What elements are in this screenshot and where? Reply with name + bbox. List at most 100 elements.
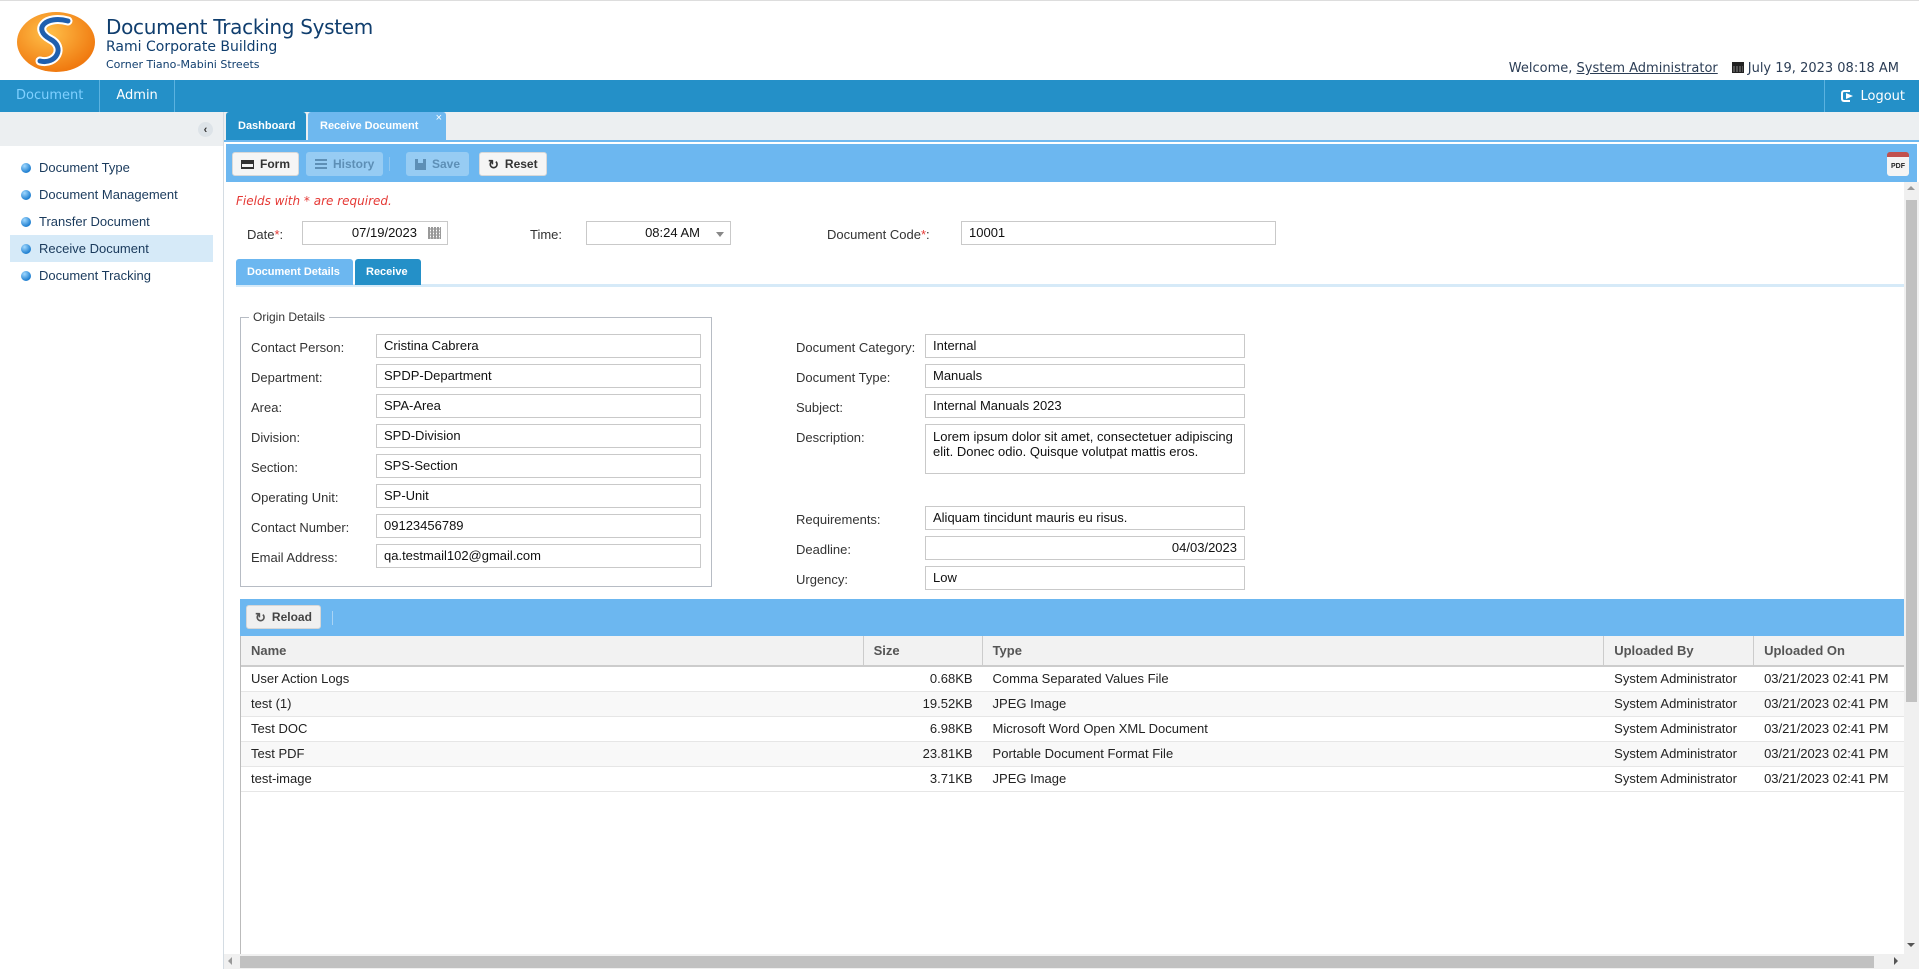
sidebar-item-document-management[interactable]: Document Management	[10, 181, 213, 208]
operating-unit-field[interactable]: SP-Unit	[376, 484, 701, 508]
scroll-right-icon[interactable]	[1894, 957, 1898, 965]
sidebar-item-document-tracking[interactable]: Document Tracking	[10, 262, 213, 289]
scrollbar-thumb[interactable]	[240, 956, 1874, 968]
vertical-scrollbar[interactable]	[1904, 182, 1919, 969]
form-button[interactable]: Form	[232, 152, 299, 176]
form-icon	[241, 159, 254, 169]
required-note: Fields with * are required.	[236, 194, 392, 208]
welcome-prefix: Welcome,	[1508, 61, 1573, 76]
document-category-field[interactable]: Internal	[925, 334, 1245, 358]
colon: :	[279, 227, 284, 242]
contact-person-field[interactable]: Cristina Cabrera	[376, 334, 701, 358]
collapse-sidebar-button[interactable]: ‹	[198, 122, 213, 137]
grid-header: Name Size Type Uploaded By Uploaded On	[241, 636, 1905, 667]
tab-receive[interactable]: Receive	[355, 259, 421, 285]
department-field[interactable]: SPDP-Department	[376, 364, 701, 388]
main-nav: Document Admin Logout	[0, 80, 1919, 112]
deadline-field[interactable]: 04/03/2023	[925, 536, 1245, 560]
logout-button[interactable]: Logout	[1824, 80, 1919, 112]
sidebar-item-label: Document Management	[39, 187, 178, 202]
tab-receive-document[interactable]: Receive Document ×	[308, 112, 446, 140]
table-row[interactable]: Test PDF 23.81KB Portable Document Forma…	[241, 742, 1905, 767]
sidebar: ‹ Document Type Document Management Tran…	[0, 112, 224, 969]
reset-button[interactable]: ↻ Reset	[479, 152, 547, 176]
horizontal-scrollbar[interactable]	[224, 954, 1904, 969]
cell-name: Test DOC	[251, 721, 308, 736]
scrollbar-thumb[interactable]	[1906, 200, 1917, 702]
chevron-left-icon: ‹	[203, 123, 208, 136]
division-label: Division:	[251, 430, 301, 445]
date-label-text: Date	[247, 227, 275, 242]
tab-document-details[interactable]: Document Details	[236, 259, 353, 285]
column-header-uploaded-by[interactable]: Uploaded By	[1604, 636, 1755, 665]
email-address-field[interactable]: qa.testmail102@gmail.com	[376, 544, 701, 568]
save-button-label: Save	[432, 157, 461, 171]
document-type-field[interactable]: Manuals	[925, 364, 1245, 388]
column-header-name[interactable]: Name	[241, 636, 864, 665]
table-row[interactable]: User Action Logs 0.68KB Comma Separated …	[241, 667, 1905, 692]
reload-button[interactable]: ↻ Reload	[246, 605, 321, 629]
date-label: Date*:	[247, 227, 283, 242]
column-header-size[interactable]: Size	[864, 636, 983, 665]
calendar-picker-icon[interactable]	[428, 227, 441, 239]
colon: :	[926, 227, 930, 242]
scroll-left-icon[interactable]	[228, 957, 232, 965]
table-row[interactable]: test (1) 19.52KB JPEG Image System Admin…	[241, 692, 1905, 717]
urgency-field[interactable]: Low	[925, 566, 1245, 590]
reload-button-label: Reload	[271, 610, 312, 624]
table-row[interactable]: test-image 3.71KB JPEG Image System Admi…	[241, 767, 1905, 792]
email-address-label: Email Address:	[251, 550, 338, 565]
app-header: Document Tracking System Rami Corporate …	[0, 0, 1919, 80]
document-code-input[interactable]: 10001	[961, 221, 1276, 245]
datetime-text: July 19, 2023 08:18 AM	[1747, 61, 1899, 76]
company-logo	[17, 12, 95, 72]
sidebar-item-transfer-document[interactable]: Transfer Document	[10, 208, 213, 235]
history-button[interactable]: History	[306, 152, 384, 176]
scroll-up-icon[interactable]	[1907, 186, 1915, 190]
requirements-field[interactable]: Aliquam tincidunt mauris eu risus.	[925, 506, 1245, 530]
grid-body: User Action Logs 0.68KB Comma Separated …	[241, 667, 1905, 792]
cell-uploaded-on: 03/21/2023 02:41 PM	[1764, 746, 1889, 761]
cell-name: User Action Logs	[251, 671, 350, 686]
cell-uploaded-by: System Administrator	[1614, 696, 1737, 711]
close-icon[interactable]: ×	[436, 104, 442, 132]
section-field[interactable]: SPS-Section	[376, 454, 701, 478]
table-row[interactable]: Test DOC 6.98KB Microsoft Word Open XML …	[241, 717, 1905, 742]
cell-size: 0.68KB	[929, 671, 973, 686]
nav-admin[interactable]: Admin	[100, 80, 175, 112]
cell-uploaded-on: 03/21/2023 02:41 PM	[1764, 671, 1889, 686]
logout-label: Logout	[1860, 88, 1905, 104]
app-subtitle: Rami Corporate Building	[106, 39, 278, 55]
sidebar-item-receive-document[interactable]: Receive Document	[10, 235, 213, 262]
cell-size: 3.71KB	[929, 771, 973, 786]
receive-document-panel: Form History Save ↻ Reset PDF Fields wit…	[224, 140, 1919, 969]
bullet-icon	[21, 216, 31, 227]
save-button[interactable]: Save	[406, 152, 470, 176]
user-profile-link[interactable]: System Administrator	[1577, 61, 1718, 76]
refresh-icon: ↻	[255, 609, 266, 625]
cell-type: JPEG Image	[992, 696, 1067, 711]
date-input[interactable]: 07/19/2023	[302, 221, 448, 245]
subject-field[interactable]: Internal Manuals 2023	[925, 394, 1245, 418]
column-header-uploaded-on[interactable]: Uploaded On	[1754, 636, 1905, 665]
cell-type: Portable Document Format File	[992, 746, 1174, 761]
division-field[interactable]: SPD-Division	[376, 424, 701, 448]
cell-uploaded-on: 03/21/2023 02:41 PM	[1764, 771, 1889, 786]
time-select[interactable]: 08:24 AM	[586, 221, 731, 245]
column-header-type[interactable]: Type	[983, 636, 1605, 665]
cell-type: Microsoft Word Open XML Document	[992, 721, 1208, 736]
tab-dashboard[interactable]: Dashboard	[226, 112, 306, 140]
chevron-down-icon	[716, 232, 724, 237]
pdf-icon: PDF	[1891, 163, 1905, 170]
area-field[interactable]: SPA-Area	[376, 394, 701, 418]
cell-uploaded-by: System Administrator	[1614, 771, 1737, 786]
bullet-icon	[21, 189, 31, 200]
description-textarea[interactable]: Lorem ipsum dolor sit amet, consectetuer…	[925, 424, 1245, 474]
section-label: Section:	[251, 460, 298, 475]
cell-uploaded-by: System Administrator	[1614, 746, 1737, 761]
scroll-down-icon[interactable]	[1907, 943, 1915, 947]
export-pdf-button[interactable]: PDF	[1887, 152, 1909, 176]
sidebar-item-document-type[interactable]: Document Type	[10, 154, 213, 181]
nav-document[interactable]: Document	[0, 80, 101, 112]
contact-number-field[interactable]: 09123456789	[376, 514, 701, 538]
